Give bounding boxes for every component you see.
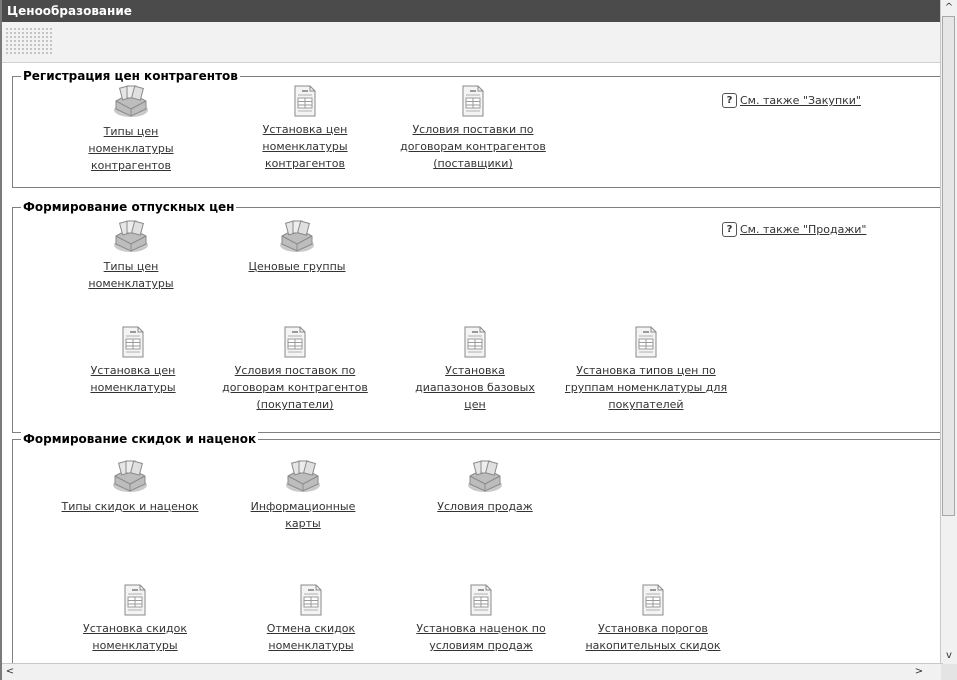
document-icon [641, 584, 665, 616]
link-markup-setting[interactable]: Установка наценок по условиям продаж [401, 584, 561, 654]
link-price-types[interactable]: Типы цен номенклатуры [51, 218, 211, 292]
see-also-purchases[interactable]: ? См. также "Закупки" [722, 93, 861, 108]
document-icon [469, 584, 493, 616]
catalog-icon [111, 83, 151, 119]
scroll-down-arrow-icon[interactable]: v [941, 648, 957, 664]
link-info-cards[interactable]: Информационные карты [223, 458, 383, 532]
link-label[interactable]: Условия продаж [405, 498, 565, 515]
link-label[interactable]: Установка скидок номенклатуры [70, 620, 200, 654]
group-discounts: Формирование скидок и наценок Типы скидо… [12, 431, 943, 665]
document-icon [299, 584, 323, 616]
horizontal-scrollbar[interactable]: < > [2, 663, 943, 680]
link-label[interactable]: Установка порогов накопительных скидок [573, 620, 733, 654]
link-label[interactable]: Условия поставок по договорам контрагент… [210, 362, 380, 413]
group-supplier-prices: Регистрация цен контрагентов Типы цен но… [12, 68, 943, 188]
link-label[interactable]: Установка наценок по условиям продаж [401, 620, 561, 654]
link-cumulative-thresholds[interactable]: Установка порогов накопительных скидок [573, 584, 733, 654]
link-discount-cancel[interactable]: Отмена скидок номенклатуры [231, 584, 391, 654]
link-price-setting[interactable]: Установка цен номенклатуры [53, 326, 213, 396]
document-icon [123, 584, 147, 616]
link-label[interactable]: Установка цен номенклатуры контрагентов [250, 121, 360, 172]
toolbar-grip[interactable] [5, 27, 53, 55]
link-base-price-ranges[interactable]: Установка диапазонов базовых цен [395, 326, 555, 413]
content-area: Регистрация цен контрагентов Типы цен но… [2, 62, 943, 665]
scroll-right-arrow-icon[interactable]: > [911, 664, 927, 680]
link-label[interactable]: Ценовые группы [217, 258, 377, 275]
link-price-groups[interactable]: Ценовые группы [217, 218, 377, 275]
help-icon: ? [722, 93, 737, 108]
help-icon: ? [722, 222, 737, 237]
catalog-icon [277, 218, 317, 254]
see-also-link[interactable]: См. также "Закупки" [740, 94, 861, 107]
document-icon [463, 326, 487, 358]
document-icon [461, 85, 485, 117]
window-title: Ценообразование [2, 0, 943, 22]
vertical-scrollbar[interactable]: ^ v [940, 0, 957, 664]
catalog-icon [111, 218, 151, 254]
link-supplier-price-types[interactable]: Типы цен номенклатуры контрагентов [51, 83, 211, 174]
link-sale-conditions[interactable]: Условия продаж [405, 458, 565, 515]
link-label[interactable]: Типы цен номенклатуры контрагентов [76, 123, 186, 174]
group-title: Регистрация цен контрагентов [21, 68, 240, 84]
link-discount-setting[interactable]: Установка скидок номенклатуры [55, 584, 215, 654]
scroll-up-arrow-icon[interactable]: ^ [941, 0, 957, 16]
group-title: Формирование отпускных цен [21, 199, 237, 215]
document-icon [121, 326, 145, 358]
link-label[interactable]: Условия поставки по договорам контрагент… [393, 121, 553, 172]
catalog-icon [283, 458, 323, 494]
catalog-icon [110, 458, 150, 494]
link-label[interactable]: Типы цен номенклатуры [76, 258, 186, 292]
scroll-left-arrow-icon[interactable]: < [2, 664, 18, 680]
link-supplier-price-setting[interactable]: Установка цен номенклатуры контрагентов [225, 85, 385, 172]
document-icon [634, 326, 658, 358]
link-supply-conditions-buyers[interactable]: Условия поставок по договорам контрагент… [215, 326, 375, 413]
link-label[interactable]: Типы скидок и наценок [35, 498, 225, 515]
link-label[interactable]: Отмена скидок номенклатуры [256, 620, 366, 654]
vertical-scroll-thumb[interactable] [942, 16, 955, 516]
link-label[interactable]: Информационные карты [248, 498, 358, 532]
document-icon [283, 326, 307, 358]
scroll-corner [941, 664, 957, 680]
see-also-link[interactable]: См. также "Продажи" [740, 223, 866, 236]
document-icon [293, 85, 317, 117]
link-label[interactable]: Установка цен номенклатуры [78, 362, 188, 396]
see-also-sales[interactable]: ? См. также "Продажи" [722, 222, 866, 237]
link-label[interactable]: Установка типов цен по группам номенклат… [561, 362, 731, 413]
group-title: Формирование скидок и наценок [21, 431, 259, 447]
catalog-icon [465, 458, 505, 494]
link-supply-conditions-suppliers[interactable]: Условия поставки по договорам контрагент… [393, 85, 553, 172]
link-label[interactable]: Установка диапазонов базовых цен [410, 362, 540, 413]
link-discount-types[interactable]: Типы скидок и наценок [35, 458, 225, 515]
pricing-window: Ценообразование Регистрация цен контраге… [0, 0, 957, 680]
link-price-types-by-groups[interactable]: Установка типов цен по группам номенклат… [565, 326, 727, 413]
toolbar-strip [2, 22, 943, 63]
group-sale-prices: Формирование отпускных цен Типы цен номе… [12, 199, 943, 433]
